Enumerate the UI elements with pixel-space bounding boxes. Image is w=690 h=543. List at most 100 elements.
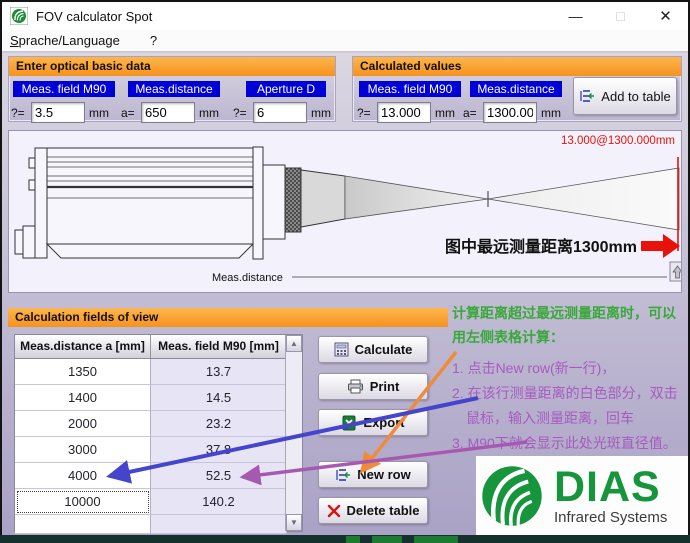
calc-meas-field-value xyxy=(377,102,431,123)
note-heading-line1: 计算距离超过最远测量距离时，可以 xyxy=(452,301,688,325)
field-prefix: ?= xyxy=(357,106,377,120)
unit-label: mm xyxy=(199,106,219,120)
table-cell[interactable]: 4000 xyxy=(15,463,151,489)
export-excel-icon xyxy=(341,415,357,431)
field-label-meas-field: Meas. field M90 xyxy=(13,81,115,97)
calculated-values-panel: Calculated values Meas. field M90 ?= mm … xyxy=(352,56,682,122)
column-header-field[interactable]: Meas. field M90 [mm] xyxy=(151,335,287,359)
minimize-button[interactable]: — xyxy=(553,2,598,30)
table-row: 2000 23.2 xyxy=(15,411,287,437)
note-step-1: 1. 点击New row(新一行)， xyxy=(452,356,688,381)
title-bar: FOV calculator Spot — □ ✕ xyxy=(2,2,688,30)
app-logo-icon xyxy=(10,7,28,25)
calculate-button[interactable]: Calculate xyxy=(318,336,428,363)
table-row: 3000 37.8 xyxy=(15,437,287,463)
annotation-notes: 计算距离超过最远测量距离时，可以 用左侧表格计算： 1. 点击New row(新… xyxy=(452,301,688,456)
menu-help[interactable]: ? xyxy=(142,31,165,50)
table-cell[interactable]: 1400 xyxy=(15,385,151,411)
aperture-input[interactable] xyxy=(253,102,307,123)
close-button[interactable]: ✕ xyxy=(643,2,688,30)
unit-label: mm xyxy=(89,106,109,120)
export-label: Export xyxy=(363,415,404,430)
delete-x-icon xyxy=(327,504,341,518)
scroll-up-icon[interactable]: ▲ xyxy=(286,335,302,352)
table-row: 10000 140.2 xyxy=(15,489,287,515)
table-cell[interactable]: 1350 xyxy=(15,359,151,385)
beam-cone xyxy=(345,168,679,230)
basic-data-header: Enter optical basic data xyxy=(9,57,335,76)
calc-label-meas-distance: Meas.distance xyxy=(470,81,562,97)
field-label-meas-distance: Meas.distance xyxy=(128,81,220,97)
table-cell[interactable]: 23.2 xyxy=(151,411,287,437)
field-prefix: ?= xyxy=(11,106,31,120)
add-row-icon xyxy=(335,467,351,483)
calculated-values-header: Calculated values xyxy=(353,57,681,76)
logo-brand-text: DIAS xyxy=(554,467,667,507)
spot-size-label: 13.000@1300.000mm xyxy=(561,135,675,147)
table-cell[interactable] xyxy=(15,515,151,534)
dias-logo: DIAS Infrared Systems xyxy=(476,456,688,536)
delete-table-label: Delete table xyxy=(347,503,420,518)
export-button[interactable]: Export xyxy=(318,409,428,436)
background-fragment xyxy=(346,536,360,543)
add-to-table-button[interactable]: Add to table xyxy=(573,77,677,115)
table-cell[interactable]: 13.7 xyxy=(151,359,287,385)
add-to-table-label: Add to table xyxy=(601,89,670,104)
calculate-label: Calculate xyxy=(355,342,413,357)
field-prefix: a= xyxy=(121,106,141,120)
add-row-icon xyxy=(579,88,595,104)
menu-language[interactable]: Sprache/Language xyxy=(2,31,128,50)
red-arrow-icon xyxy=(641,234,680,258)
column-header-distance[interactable]: Meas.distance a [mm] xyxy=(15,335,151,359)
field-label-aperture: Aperture D xyxy=(246,81,326,97)
table-cell[interactable]: 14.5 xyxy=(151,385,287,411)
dias-logo-icon xyxy=(476,460,548,532)
table-row: 1400 14.5 xyxy=(15,385,287,411)
calculator-icon xyxy=(334,342,349,357)
print-button[interactable]: Print xyxy=(318,373,428,400)
logo-tagline: Infrared Systems xyxy=(554,509,667,526)
table-cell[interactable]: 52.5 xyxy=(151,463,287,489)
table-cell[interactable]: 2000 xyxy=(15,411,151,437)
fov-diagram: 13.000@1300.000mm 图中最远测量距离1300mm Meas.di… xyxy=(8,130,682,293)
table-row: 1350 13.7 xyxy=(15,359,287,385)
meas-field-input[interactable] xyxy=(31,102,85,123)
table-row: 4000 52.5 xyxy=(15,463,287,489)
delete-table-button[interactable]: Delete table xyxy=(318,497,428,524)
max-distance-annotation: 图中最远测量距离1300mm xyxy=(445,237,637,256)
table-row xyxy=(15,515,287,534)
basic-data-panel: Enter optical basic data Meas. field M90… xyxy=(8,56,336,122)
app-window: FOV calculator Spot — □ ✕ Sprache/Langua… xyxy=(0,0,690,543)
meas-distance-input[interactable] xyxy=(141,102,195,123)
distance-end-marker-icon xyxy=(670,262,681,281)
calc-meas-distance-value xyxy=(483,102,537,123)
background-window-strip xyxy=(0,535,690,543)
table-cell[interactable]: 140.2 xyxy=(151,489,287,515)
field-prefix: ?= xyxy=(233,106,253,120)
maximize-button: □ xyxy=(598,2,643,30)
fov-diagram-drawing: 13.000@1300.000mm 图中最远测量距离1300mm Meas.di… xyxy=(9,131,681,292)
table-scrollbar[interactable]: ▲ ▼ xyxy=(285,335,302,531)
menu-bar: Sprache/Language ? xyxy=(2,30,688,52)
distance-axis-label: Meas.distance xyxy=(212,272,283,284)
note-step-3: 3. M90下就会显示此处光斑直径值。 xyxy=(452,431,688,456)
pyrometer-device-drawing xyxy=(15,147,345,259)
note-step-2: 2. 在该行测量距离的白色部分，双击 xyxy=(452,381,688,406)
table-cell[interactable]: 37.8 xyxy=(151,437,287,463)
window-title: FOV calculator Spot xyxy=(36,9,152,24)
unit-label: mm xyxy=(435,106,455,120)
scroll-down-icon[interactable]: ▼ xyxy=(286,514,302,531)
unit-label: mm xyxy=(541,106,561,120)
table-cell[interactable] xyxy=(151,515,287,534)
table-cell-selected[interactable]: 10000 xyxy=(15,489,151,515)
note-heading-line2: 用左侧表格计算： xyxy=(452,325,688,349)
calc-label-meas-field: Meas. field M90 xyxy=(359,81,461,97)
new-row-label: New row xyxy=(357,467,410,482)
print-label: Print xyxy=(370,379,400,394)
table-cell[interactable]: 3000 xyxy=(15,437,151,463)
fov-table-header: Calculation fields of view xyxy=(8,308,448,327)
fov-table: Meas.distance a [mm] Meas. field M90 [mm… xyxy=(14,334,303,532)
note-step-2-cont: 鼠标，输入测量距离，回车 xyxy=(452,406,688,431)
printer-icon xyxy=(347,379,364,394)
new-row-button[interactable]: New row xyxy=(318,461,428,488)
